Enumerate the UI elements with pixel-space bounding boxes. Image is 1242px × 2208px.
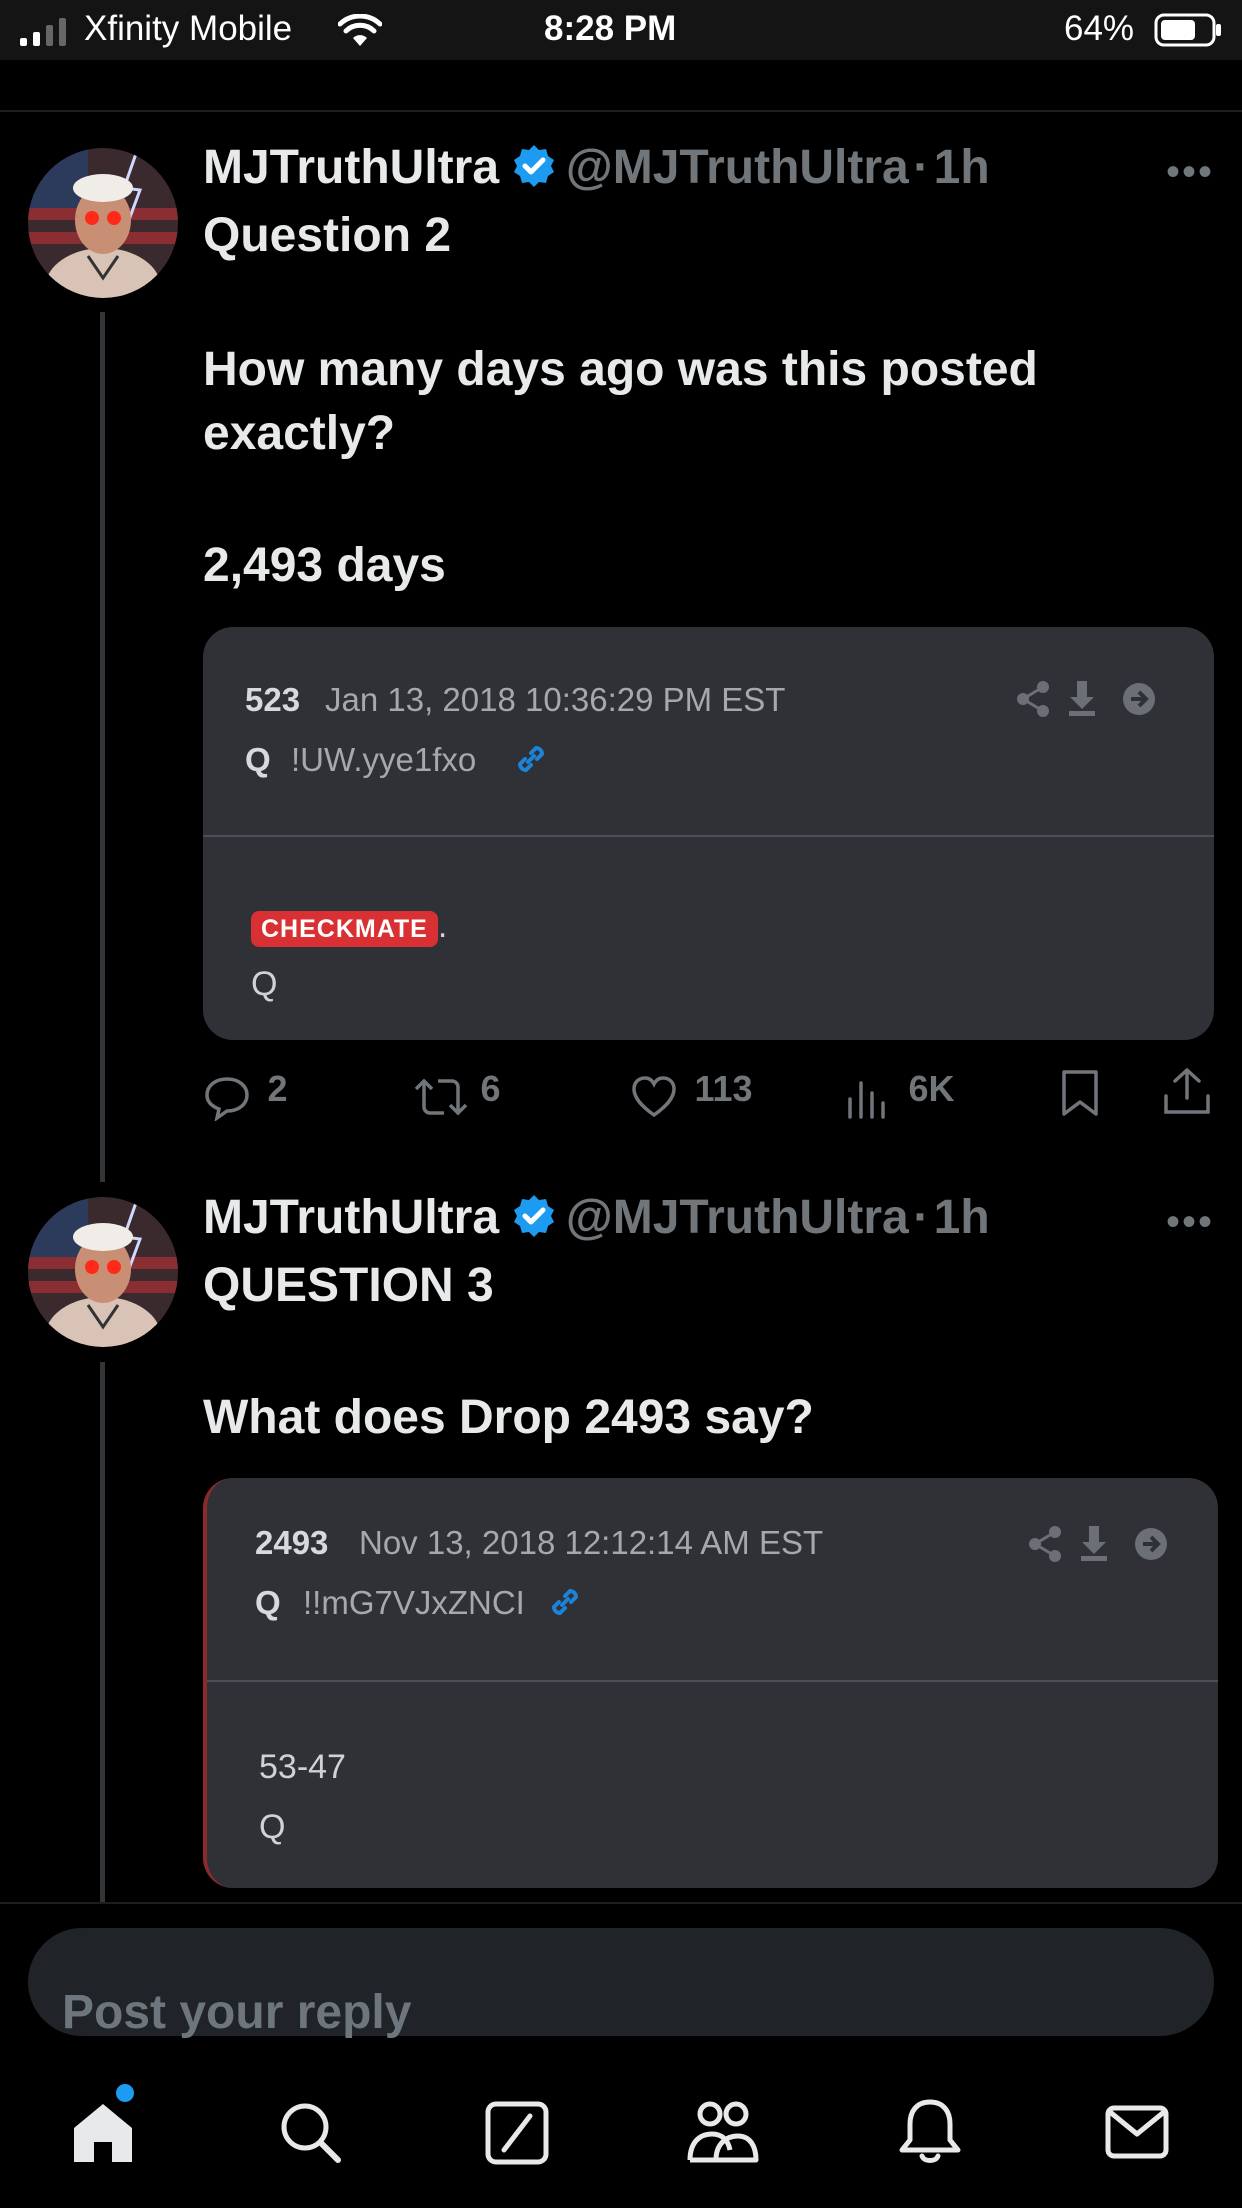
avatar[interactable] bbox=[28, 1197, 178, 1347]
tweet-header: MJTruthUltra @MJTruthUltra · 1h bbox=[203, 140, 990, 195]
post-age[interactable]: 1h bbox=[934, 1191, 990, 1244]
header-divider bbox=[0, 110, 1242, 112]
composer-divider bbox=[0, 1902, 1242, 1904]
badge-suffix: . bbox=[437, 907, 448, 945]
dot-separator: · bbox=[913, 1191, 930, 1244]
drop-body: CHECKMATE. bbox=[251, 907, 448, 947]
battery-icon bbox=[1154, 13, 1224, 52]
card-actions bbox=[1027, 1524, 1167, 1569]
notifications-icon[interactable] bbox=[898, 2098, 962, 2171]
home-icon[interactable] bbox=[70, 2084, 136, 2171]
reply-icon bbox=[205, 1077, 249, 1122]
display-name[interactable]: MJTruthUltra bbox=[203, 1191, 499, 1244]
bookmark-icon[interactable] bbox=[1058, 1068, 1102, 1123]
reply-count: 2 bbox=[267, 1068, 288, 1109]
grok-icon[interactable] bbox=[484, 2100, 550, 2171]
share-icon[interactable] bbox=[1162, 1066, 1212, 1123]
thread-line bbox=[100, 312, 105, 1182]
drop-number: 523 bbox=[245, 681, 301, 718]
dot-separator: · bbox=[913, 141, 930, 194]
link-icon[interactable] bbox=[545, 1582, 585, 1627]
tweet-line: How many days ago was this posted bbox=[203, 343, 1038, 396]
quoted-drop-card[interactable]: 523 Jan 13, 2018 10:36:29 PM EST Q !UW.y… bbox=[203, 627, 1214, 1040]
drop-tripcode: !UW.yye1fxo bbox=[291, 741, 477, 778]
verified-badge-icon bbox=[511, 143, 557, 194]
messages-icon[interactable] bbox=[1104, 2104, 1170, 2165]
repost-icon bbox=[414, 1078, 468, 1116]
drop-body-line: Q bbox=[259, 1808, 286, 1846]
tweet-line: Question 2 bbox=[203, 209, 452, 262]
clock: 8:28 PM bbox=[544, 9, 677, 48]
communities-icon[interactable] bbox=[686, 2098, 760, 2171]
thread-line bbox=[100, 1362, 105, 1902]
repost-action[interactable]: 6 bbox=[414, 1068, 500, 1121]
card-divider bbox=[207, 1680, 1218, 1682]
carrier-label: Xfinity Mobile bbox=[84, 9, 293, 48]
like-action[interactable]: 113 bbox=[630, 1068, 753, 1121]
link-icon[interactable] bbox=[511, 739, 551, 784]
quoted-drop-card[interactable]: 2493 Nov 13, 2018 12:12:14 AM EST Q !!mG… bbox=[203, 1478, 1218, 1888]
drop-date: Jan 13, 2018 10:36:29 PM EST bbox=[325, 681, 786, 718]
drop-date: Nov 13, 2018 12:12:14 AM EST bbox=[359, 1524, 824, 1561]
more-options-icon[interactable]: ••• bbox=[1166, 150, 1214, 195]
tweet-line: 2,493 days bbox=[203, 539, 446, 592]
heart-icon bbox=[632, 1076, 676, 1117]
notification-dot bbox=[116, 2084, 134, 2102]
tweet-line: QUESTION 3 bbox=[203, 1259, 494, 1312]
drop-body-line: Q bbox=[251, 965, 278, 1003]
avatar[interactable] bbox=[28, 148, 178, 298]
repost-count: 6 bbox=[480, 1068, 501, 1109]
signal-icon bbox=[18, 18, 74, 46]
views-icon bbox=[848, 1081, 885, 1119]
user-handle[interactable]: @MJTruthUltra bbox=[566, 141, 909, 194]
like-count: 113 bbox=[694, 1068, 753, 1109]
tweet-line: exactly? bbox=[203, 407, 396, 460]
status-bar: Xfinity Mobile 8:28 PM 64% bbox=[0, 0, 1242, 60]
drop-tripcode: !!mG7VJxZNCI bbox=[303, 1584, 525, 1621]
display-name[interactable]: MJTruthUltra bbox=[203, 141, 499, 194]
card-divider bbox=[203, 835, 1214, 837]
battery-percent: 64% bbox=[1064, 9, 1135, 48]
drop-body-line: 53-47 bbox=[259, 1748, 346, 1786]
checkmate-badge: CHECKMATE bbox=[251, 911, 438, 947]
drop-author: Q bbox=[255, 1584, 281, 1621]
user-handle[interactable]: @MJTruthUltra bbox=[566, 1191, 909, 1244]
views-action[interactable]: 6K bbox=[846, 1068, 954, 1121]
more-options-icon[interactable]: ••• bbox=[1166, 1200, 1214, 1245]
drop-author: Q bbox=[245, 741, 271, 778]
bottom-tab-bar bbox=[0, 2060, 1242, 2208]
search-icon[interactable] bbox=[278, 2100, 344, 2171]
tweet-header: MJTruthUltra @MJTruthUltra · 1h bbox=[203, 1190, 990, 1245]
wifi-icon bbox=[337, 13, 383, 53]
verified-badge-icon bbox=[511, 1193, 557, 1244]
tweet-line: What does Drop 2493 say? bbox=[203, 1391, 814, 1444]
reply-action[interactable]: 2 bbox=[203, 1068, 288, 1122]
drop-number: 2493 bbox=[255, 1524, 329, 1561]
post-age[interactable]: 1h bbox=[934, 141, 990, 194]
reply-placeholder: Post your reply bbox=[62, 1986, 412, 2039]
card-actions bbox=[1015, 679, 1155, 724]
view-count: 6K bbox=[908, 1068, 955, 1109]
